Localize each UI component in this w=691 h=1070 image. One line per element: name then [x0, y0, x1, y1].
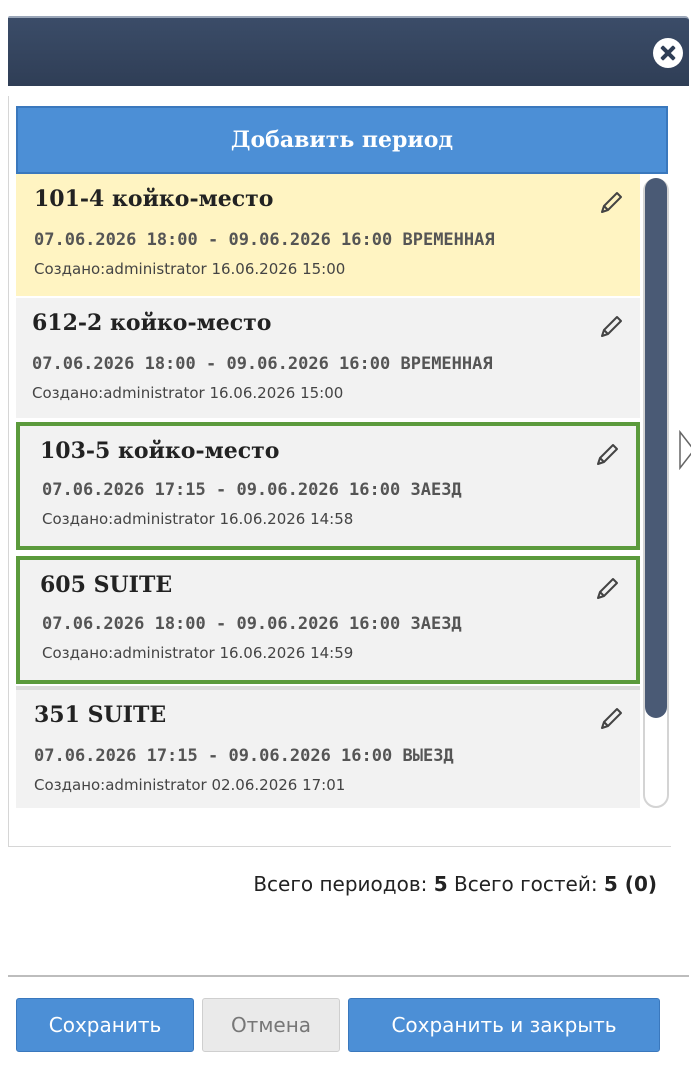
period-dates: 07.06.2026 18:00 - 09.06.2026 16:00 [42, 614, 401, 634]
period-item[interactable]: 103-5 койко-место 07.06.2026 17:15 - 09.… [16, 422, 640, 550]
period-dates-status: 07.06.2026 18:00 - 09.06.2026 16:00 ВРЕМ… [32, 354, 493, 374]
period-room: 101-4 койко-место [34, 186, 274, 212]
footer-divider [8, 975, 689, 977]
list-scrollbar-thumb[interactable] [645, 178, 667, 718]
period-created: Создано:administrator 16.06.2026 14:58 [42, 510, 354, 528]
period-dates: 07.06.2026 17:15 - 09.06.2026 16:00 [42, 480, 401, 500]
close-circle-icon[interactable] [653, 38, 683, 68]
period-status: ВЫЕЗД [402, 746, 454, 766]
periods-list: 101-4 койко-место 07.06.2026 18:00 - 09.… [16, 174, 640, 808]
total-guests-value: 5 (0) [603, 872, 657, 896]
total-guests-label: Всего гостей: [454, 872, 598, 896]
period-status: ВРЕМЕННАЯ [400, 354, 493, 374]
save-button[interactable]: Сохранить [16, 998, 194, 1052]
period-dates-status: 07.06.2026 18:00 - 09.06.2026 16:00 ВРЕМ… [34, 230, 495, 250]
period-status: ЗАЕЗД [410, 480, 462, 500]
edit-periods-dialog: Добавить период 101-4 койко-место 07.06.… [0, 0, 691, 1070]
period-item[interactable]: 101-4 койко-место 07.06.2026 18:00 - 09.… [16, 174, 640, 298]
dialog-titlebar [8, 16, 689, 86]
pencil-icon[interactable] [596, 704, 626, 734]
period-status: ВРЕМЕННАЯ [402, 230, 495, 250]
total-periods-value: 5 [433, 872, 448, 896]
totals-summary: Всего периодов: 5 Всего гостей: 5 (0) [253, 872, 657, 896]
period-dates-status: 07.06.2026 17:15 - 09.06.2026 16:00 ВЫЕЗ… [34, 746, 454, 766]
period-created: Создано:administrator 16.06.2026 15:00 [32, 384, 344, 402]
cancel-button[interactable]: Отмена [202, 998, 340, 1052]
period-room: 605 SUITE [40, 572, 173, 598]
period-item[interactable]: 351 SUITE 07.06.2026 17:15 - 09.06.2026 … [16, 686, 640, 808]
period-created: Создано:administrator 16.06.2026 14:59 [42, 644, 354, 662]
cursor-icon [679, 430, 691, 470]
period-dates-status: 07.06.2026 18:00 - 09.06.2026 16:00 ЗАЕЗ… [42, 614, 462, 634]
pencil-icon[interactable] [592, 574, 622, 604]
period-room: 103-5 койко-место [40, 438, 280, 464]
pencil-icon[interactable] [592, 440, 622, 470]
period-dates: 07.06.2026 18:00 - 09.06.2026 16:00 [34, 230, 393, 250]
period-item[interactable]: 612-2 койко-место 07.06.2026 18:00 - 09.… [16, 298, 640, 420]
period-room: 351 SUITE [34, 702, 167, 728]
save-and-close-button[interactable]: Сохранить и закрыть [348, 998, 660, 1052]
period-room: 612-2 койко-место [32, 310, 272, 336]
pencil-icon[interactable] [596, 312, 626, 342]
period-dates: 07.06.2026 17:15 - 09.06.2026 16:00 [34, 746, 393, 766]
period-item[interactable]: 605 SUITE 07.06.2026 18:00 - 09.06.2026 … [16, 556, 640, 684]
period-status: ЗАЕЗД [410, 614, 462, 634]
period-dates-status: 07.06.2026 17:15 - 09.06.2026 16:00 ЗАЕЗ… [42, 480, 462, 500]
period-created: Создано:administrator 02.06.2026 17:01 [34, 776, 346, 794]
pencil-icon[interactable] [596, 188, 626, 218]
total-periods-label: Всего периодов: [253, 872, 428, 896]
add-period-button[interactable]: Добавить период [16, 106, 668, 174]
period-dates: 07.06.2026 18:00 - 09.06.2026 16:00 [32, 354, 391, 374]
period-created: Создано:administrator 16.06.2026 15:00 [34, 260, 346, 278]
